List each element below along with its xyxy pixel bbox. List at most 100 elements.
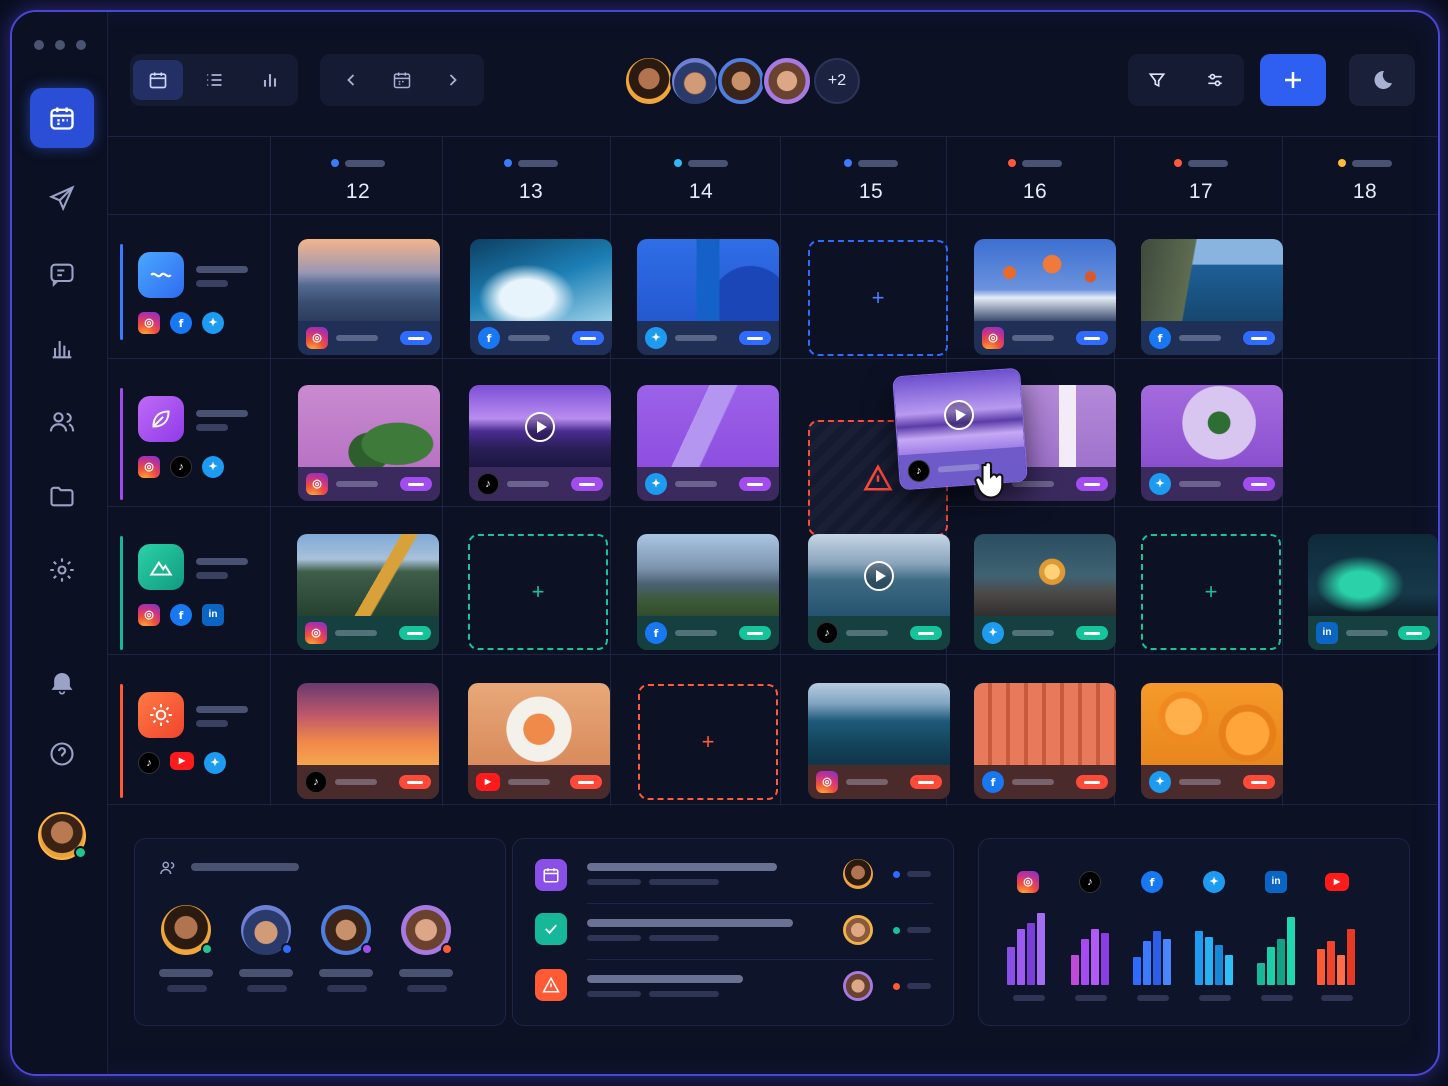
- team-member-avatar[interactable]: [241, 905, 293, 955]
- facebook-icon: f: [170, 312, 192, 334]
- app-window: +2 12 13 14 15 16 17 18 ◎ f ✦ ◎ ♪ ✦ ◎ f …: [10, 10, 1440, 1076]
- post-card[interactable]: f: [637, 534, 779, 650]
- sidebar-team[interactable]: [30, 392, 94, 452]
- assignee-avatar[interactable]: [843, 971, 873, 1001]
- play-icon[interactable]: [864, 561, 894, 591]
- post-card[interactable]: ◎: [298, 239, 440, 355]
- online-status-dot: [74, 846, 87, 859]
- post-card[interactable]: ✦: [637, 239, 779, 355]
- team-member-avatar[interactable]: [401, 905, 453, 955]
- post-card[interactable]: ✦: [637, 385, 779, 501]
- cursor-hand-icon: [974, 462, 1004, 499]
- team-member-avatar[interactable]: [716, 56, 766, 106]
- sidebar-messages[interactable]: [30, 244, 94, 304]
- twitter-icon: ✦: [202, 456, 224, 478]
- brand-row-header[interactable]: ◎ f ✦: [120, 232, 260, 342]
- sliders-icon: [1208, 73, 1222, 87]
- post-card[interactable]: ✦: [1141, 683, 1283, 799]
- add-post-slot[interactable]: +: [808, 240, 948, 356]
- sidebar-publish[interactable]: [30, 168, 94, 228]
- twitter-icon: ✦: [1149, 473, 1171, 495]
- post-card[interactable]: ◎: [808, 683, 950, 799]
- add-post-slot[interactable]: +: [468, 534, 608, 650]
- post-card[interactable]: f: [470, 239, 612, 355]
- current-user-avatar[interactable]: [38, 812, 87, 860]
- post-card[interactable]: in: [1308, 534, 1438, 650]
- filter-button[interactable]: [1131, 60, 1183, 100]
- post-card[interactable]: ◎: [297, 534, 439, 650]
- team-member-avatar[interactable]: [670, 56, 720, 106]
- instagram-icon: ◎: [138, 604, 160, 626]
- twitter-icon: ✦: [202, 312, 224, 334]
- team-member-avatar[interactable]: [161, 905, 213, 955]
- facebook-icon: f: [170, 604, 192, 626]
- engagement-bars: [1007, 913, 1045, 985]
- task-item[interactable]: [535, 913, 567, 945]
- next-week-button[interactable]: [430, 60, 475, 100]
- status-badge: [1076, 775, 1108, 789]
- post-card[interactable]: ♪: [469, 385, 611, 501]
- status-badge: [1076, 477, 1108, 491]
- twitter-icon: ✦: [645, 473, 667, 495]
- date-picker-button[interactable]: [380, 60, 425, 100]
- sidebar-notifications[interactable]: [30, 652, 94, 712]
- team-member-avatar[interactable]: [762, 56, 812, 106]
- facebook-icon: f: [1149, 327, 1171, 349]
- post-card[interactable]: ✦: [974, 534, 1116, 650]
- post-card[interactable]: f: [1141, 239, 1283, 355]
- instagram-icon: ◎: [138, 312, 160, 334]
- sidebar-settings[interactable]: [30, 540, 94, 600]
- post-card[interactable]: ◎: [298, 385, 440, 501]
- theme-toggle-button[interactable]: [1349, 54, 1415, 106]
- sidebar-help[interactable]: [30, 724, 94, 784]
- sidebar-calendar[interactable]: [30, 88, 94, 148]
- play-icon[interactable]: [525, 412, 555, 442]
- assignee-avatar[interactable]: [843, 859, 873, 889]
- brand-row-header[interactable]: ◎ f in: [120, 524, 260, 650]
- add-post-slot[interactable]: +: [1141, 534, 1281, 650]
- status-badge: [910, 775, 942, 789]
- post-card[interactable]: ✦: [1141, 385, 1283, 501]
- calendar-view-button[interactable]: [133, 60, 183, 100]
- brand-logo: [138, 396, 184, 442]
- chart-view-button[interactable]: [245, 60, 295, 100]
- warning-icon: [863, 464, 893, 491]
- instagram-icon: ◎: [306, 473, 328, 495]
- calendar-icon: [543, 868, 559, 883]
- assignee-avatar[interactable]: [843, 915, 873, 945]
- engagement-bars: [1257, 917, 1295, 985]
- status-badge: [1243, 477, 1275, 491]
- list-view-button[interactable]: [189, 60, 239, 100]
- more-members-badge[interactable]: +2: [814, 58, 860, 104]
- adjust-button[interactable]: [1189, 60, 1241, 100]
- play-icon[interactable]: [943, 399, 976, 432]
- post-card[interactable]: f: [974, 683, 1116, 799]
- post-card[interactable]: ♪: [297, 683, 439, 799]
- task-item[interactable]: [535, 859, 567, 891]
- brand-row-header[interactable]: ◎ ♪ ✦: [120, 376, 260, 500]
- window-controls: [34, 40, 86, 50]
- message-icon: [50, 263, 74, 288]
- post-card[interactable]: ◎: [974, 239, 1116, 355]
- sidebar-analytics[interactable]: [30, 318, 94, 378]
- plus-icon: [1285, 72, 1301, 88]
- team-avatars: +2: [624, 56, 860, 106]
- status-badge: [572, 331, 604, 345]
- status-badge: [400, 331, 432, 345]
- brand-logo: [138, 544, 184, 590]
- create-post-button[interactable]: [1260, 54, 1326, 106]
- team-member-avatar[interactable]: [321, 905, 373, 955]
- calendar-icon: [393, 72, 411, 89]
- sidebar-files[interactable]: [30, 466, 94, 526]
- brand-row-header[interactable]: ♪ ▶ ✦: [120, 672, 260, 798]
- chevron-right-icon: [449, 74, 457, 86]
- post-card[interactable]: ▶: [468, 683, 610, 799]
- engagement-bars: [1317, 929, 1355, 985]
- status-badge: [910, 626, 942, 640]
- previous-week-button[interactable]: [329, 60, 374, 100]
- add-post-slot[interactable]: +: [638, 684, 778, 800]
- task-item[interactable]: [535, 969, 567, 1001]
- post-card[interactable]: ♪: [808, 534, 950, 650]
- tasks-panel: [512, 838, 954, 1026]
- team-member-avatar[interactable]: [624, 56, 674, 106]
